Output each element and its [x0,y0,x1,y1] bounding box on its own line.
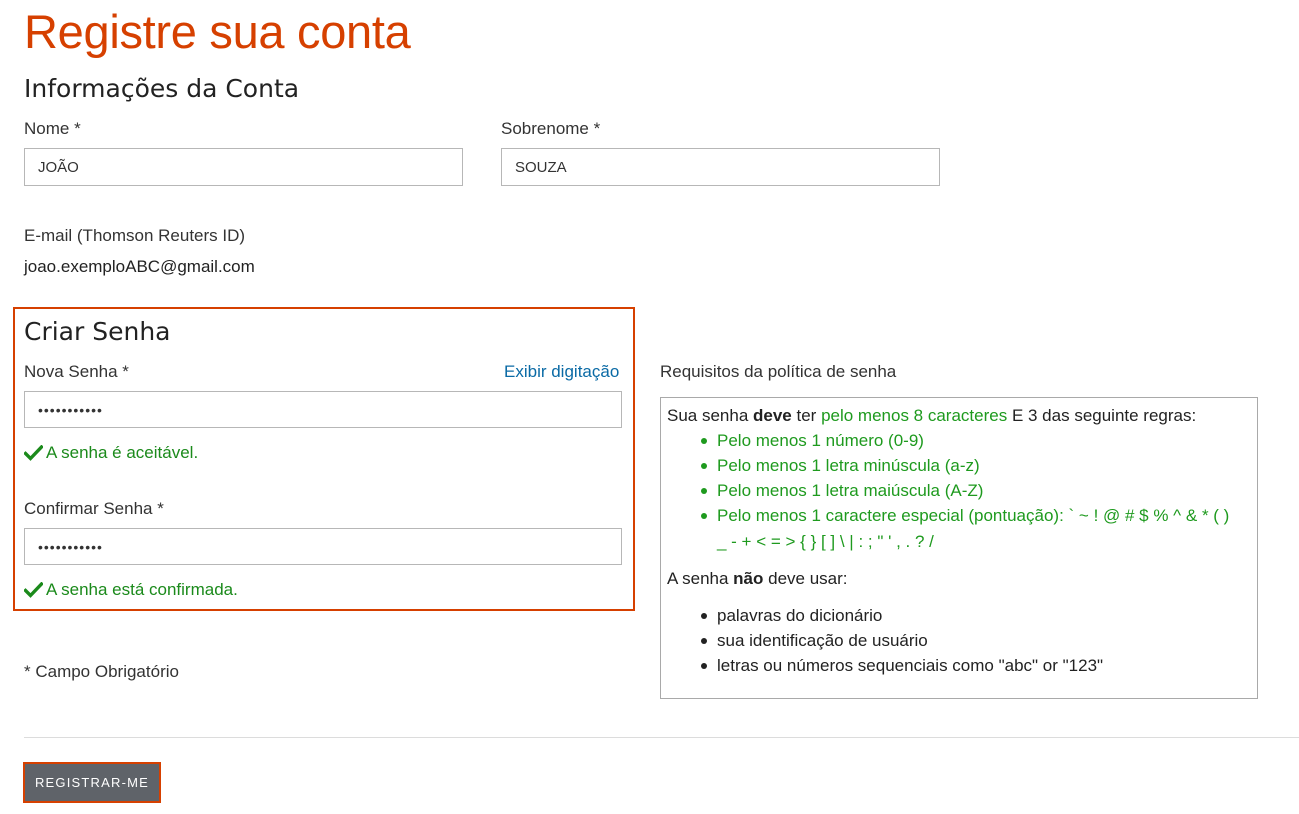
create-password-heading: Criar Senha [24,317,171,346]
first-name-label: Nome * [24,119,81,138]
register-button[interactable]: REGISTRAR-ME [23,762,161,803]
email-label: E-mail (Thomson Reuters ID) [24,226,246,245]
bullet-icon [701,513,707,519]
confirm-password-field[interactable]: ••••••••••• [24,528,622,565]
policy-rule: Pelo menos 1 letra minúscula (a-z) [717,456,980,475]
policy-must-not: A senha não deve usar: [667,569,848,589]
policy-rule: Pelo menos 1 caractere especial (pontuaç… [717,506,1230,525]
confirm-password-status-text: A senha está confirmada. [46,580,238,599]
bullet-icon [701,638,707,644]
policy-must-not-text: A senha [667,569,734,588]
bullet-icon [701,613,707,619]
new-password-label: Nova Senha * [24,362,129,381]
new-password-status: A senha é aceitável. [24,443,198,463]
policy-heading: Requisitos da política de senha [660,362,897,381]
policy-forbidden-item: sua identificação de usuário [717,631,928,650]
policy-rule: Pelo menos 1 número (0-9) [717,431,924,450]
policy-must-not-text: deve usar: [763,569,848,588]
new-password-status-text: A senha é aceitável. [46,443,199,462]
first-name-field[interactable]: JOÃO [24,148,463,186]
policy-intro-text: ter [791,406,822,425]
policy-forbidden-item: letras ou números sequenciais como "abc"… [717,656,1104,675]
bullet-icon [701,663,707,669]
policy-rule-continuation: _ - + < = > { } [ ] \ | : ; " ' , . ? / [717,532,934,551]
policy-min-length: pelo menos 8 caracteres [821,406,1008,425]
policy-intro-text: Sua senha [667,406,754,425]
new-password-field[interactable]: ••••••••••• [24,391,622,428]
divider [24,737,1299,738]
policy-rule: Pelo menos 1 letra maiúscula (A-Z) [717,481,984,500]
required-field-note: * Campo Obrigatório [24,662,179,681]
last-name-label: Sobrenome * [501,119,601,138]
show-typing-link[interactable]: Exibir digitação [504,362,619,382]
checkmark-icon [24,445,43,461]
policy-intro: Sua senha deve ter pelo menos 8 caracter… [667,406,1196,426]
email-value: joao.exemploABC@gmail.com [24,257,255,276]
policy-must-not-bold: não [733,569,764,588]
bullet-icon [701,488,707,494]
confirm-password-label: Confirmar Senha * [24,499,164,518]
policy-intro-text: E 3 das seguinte regras: [1007,406,1197,425]
last-name-field[interactable]: SOUZA [501,148,940,186]
bullet-icon [701,438,707,444]
policy-intro-bold: deve [753,406,792,425]
bullet-icon [701,463,707,469]
page-title: Registre sua conta [24,5,411,58]
confirm-password-status: A senha está confirmada. [24,580,238,600]
checkmark-icon [24,582,43,598]
account-info-heading: Informações da Conta [24,74,300,103]
policy-forbidden-item: palavras do dicionário [717,606,883,625]
